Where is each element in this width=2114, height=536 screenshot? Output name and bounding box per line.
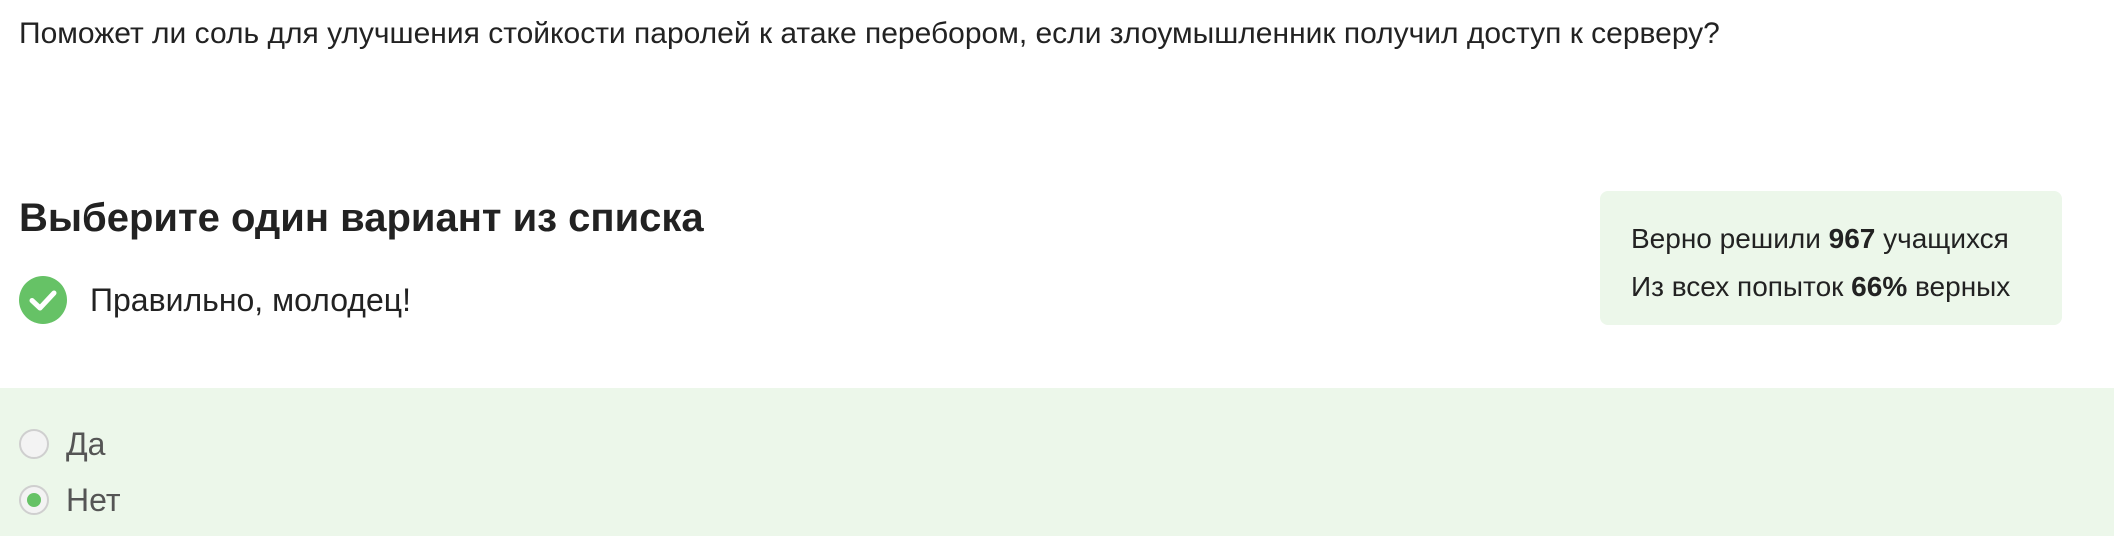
feedback-message: Правильно, молодец! bbox=[19, 276, 411, 324]
radio-selected-dot bbox=[27, 493, 41, 507]
radio-button-selected[interactable] bbox=[19, 485, 49, 515]
task-title: Выберите один вариант из списка bbox=[19, 196, 704, 240]
step-page: Поможет ли соль для улучшения стойкости … bbox=[0, 0, 2114, 536]
stats-solved-prefix: Верно решили bbox=[1631, 223, 1829, 254]
question-text: Поможет ли соль для улучшения стойкости … bbox=[19, 17, 1720, 50]
stats-solved-count: 967 bbox=[1828, 223, 1876, 254]
option-label: Нет bbox=[66, 482, 121, 518]
radio-button-unselected[interactable] bbox=[19, 429, 49, 459]
option-label: Да bbox=[66, 426, 106, 462]
stats-attempts-percent: 66% bbox=[1851, 271, 1908, 302]
option-no[interactable]: Нет bbox=[19, 480, 121, 520]
feedback-text: Правильно, молодец! bbox=[90, 282, 411, 318]
stats-attempts-prefix: Из всех попыток bbox=[1631, 271, 1852, 302]
stats-solved: Верно решили 967 учащихся bbox=[1631, 215, 2062, 263]
stats-attempts-suffix: верных bbox=[1907, 271, 2011, 302]
checkmark-icon bbox=[19, 276, 67, 324]
options-list: Да Нет bbox=[0, 388, 2114, 536]
stats-panel: Верно решили 967 учащихся Из всех попыто… bbox=[1600, 191, 2062, 325]
option-yes[interactable]: Да bbox=[19, 424, 105, 464]
stats-solved-suffix: учащихся bbox=[1875, 223, 2009, 254]
stats-attempts: Из всех попыток 66% верных bbox=[1631, 263, 2062, 311]
